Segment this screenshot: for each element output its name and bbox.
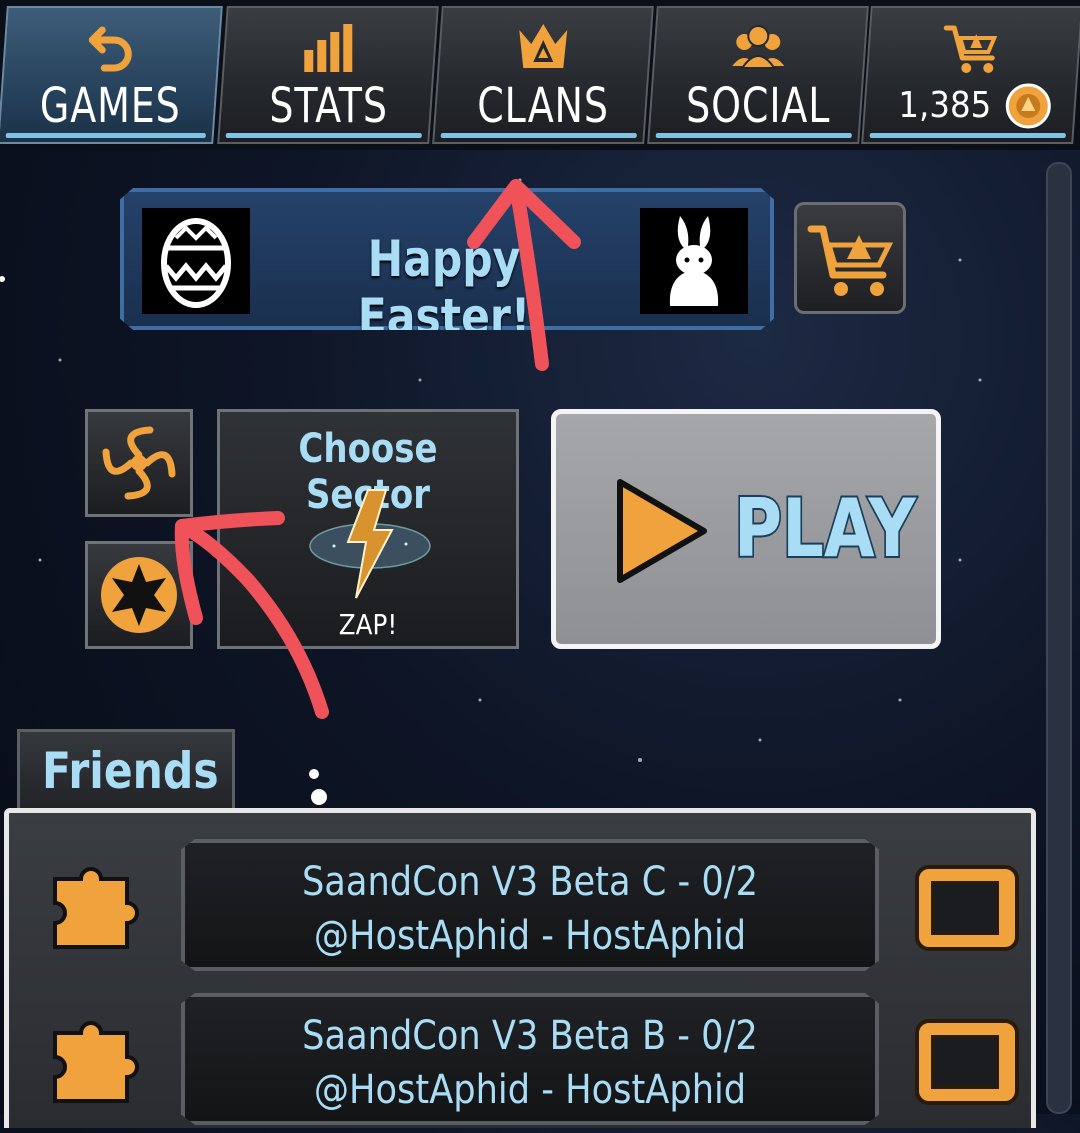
tab-store[interactable]: 1,385: [861, 6, 1080, 144]
coin-balance: 1,385: [898, 85, 992, 126]
puzzle-piece-icon: [53, 1021, 139, 1103]
sector-name: ZAP!: [338, 608, 398, 641]
game-entry[interactable]: SaandCon V3 Beta C - 0/2 @HostAphid - Ho…: [181, 839, 879, 971]
friends-label: Friends: [42, 742, 219, 800]
galaxy-button[interactable]: [85, 409, 193, 517]
scrollbar[interactable]: [1046, 162, 1072, 1114]
game-players: @HostAphid - HostAphid: [313, 913, 747, 959]
game-title: SaandCon V3 Beta C - 0/2: [301, 859, 759, 905]
happy-easter-banner[interactable]: Happy Easter!: [120, 188, 774, 330]
play-label: PLAY: [732, 480, 917, 577]
tab-clans[interactable]: CLANS: [432, 6, 654, 144]
sheriff-star-icon: [101, 557, 177, 633]
galaxy-icon: [102, 426, 176, 500]
friends-panel: SaandCon V3 Beta C - 0/2 @HostAphid - Ho…: [4, 808, 1036, 1128]
tablet-icon[interactable]: [915, 1019, 1019, 1105]
lightning-bolt-icon: [309, 489, 431, 599]
easter-egg-icon: [142, 208, 250, 314]
tab-games[interactable]: GAMES: [0, 6, 223, 144]
cart-icon: [807, 225, 894, 296]
sheriff-badge-button[interactable]: [85, 541, 193, 649]
crown-icon: [519, 24, 568, 68]
tab-clans-label: CLANS: [477, 78, 610, 134]
cart-icon: [943, 25, 998, 73]
coin-icon: [1005, 83, 1051, 129]
tab-stats-label: STATS: [269, 78, 388, 134]
list-item[interactable]: SaandCon V3 Beta B - 0/2 @HostAphid - Ho…: [9, 993, 1039, 1133]
banner-title: Happy Easter!: [357, 230, 531, 346]
tab-games-label: GAMES: [39, 78, 181, 134]
puzzle-piece-icon: [53, 867, 139, 949]
play-icon: [617, 479, 707, 583]
friends-tab[interactable]: Friends: [17, 729, 235, 813]
tablet-icon[interactable]: [915, 865, 1019, 951]
people-icon: [732, 25, 785, 69]
easter-store-button[interactable]: [794, 202, 906, 314]
undo-arrow-icon: [88, 26, 132, 72]
bunny-icon: [640, 208, 748, 314]
game-title: SaandCon V3 Beta B - 0/2: [302, 1013, 758, 1059]
bar-chart-icon: [304, 24, 353, 72]
tab-social[interactable]: SOCIAL: [647, 6, 869, 144]
game-entry[interactable]: SaandCon V3 Beta B - 0/2 @HostAphid - Ho…: [181, 993, 879, 1125]
tab-stats[interactable]: STATS: [217, 6, 439, 144]
choose-sector-button[interactable]: Choose Sector ZAP!: [217, 409, 519, 649]
tab-social-label: SOCIAL: [686, 78, 831, 134]
play-button[interactable]: PLAY: [551, 409, 941, 649]
list-item[interactable]: SaandCon V3 Beta C - 0/2 @HostAphid - Ho…: [9, 839, 1039, 979]
top-tab-bar: GAMES STATS CLANS SOCIAL 1,385: [0, 0, 1080, 150]
game-players: @HostAphid - HostAphid: [313, 1067, 747, 1113]
